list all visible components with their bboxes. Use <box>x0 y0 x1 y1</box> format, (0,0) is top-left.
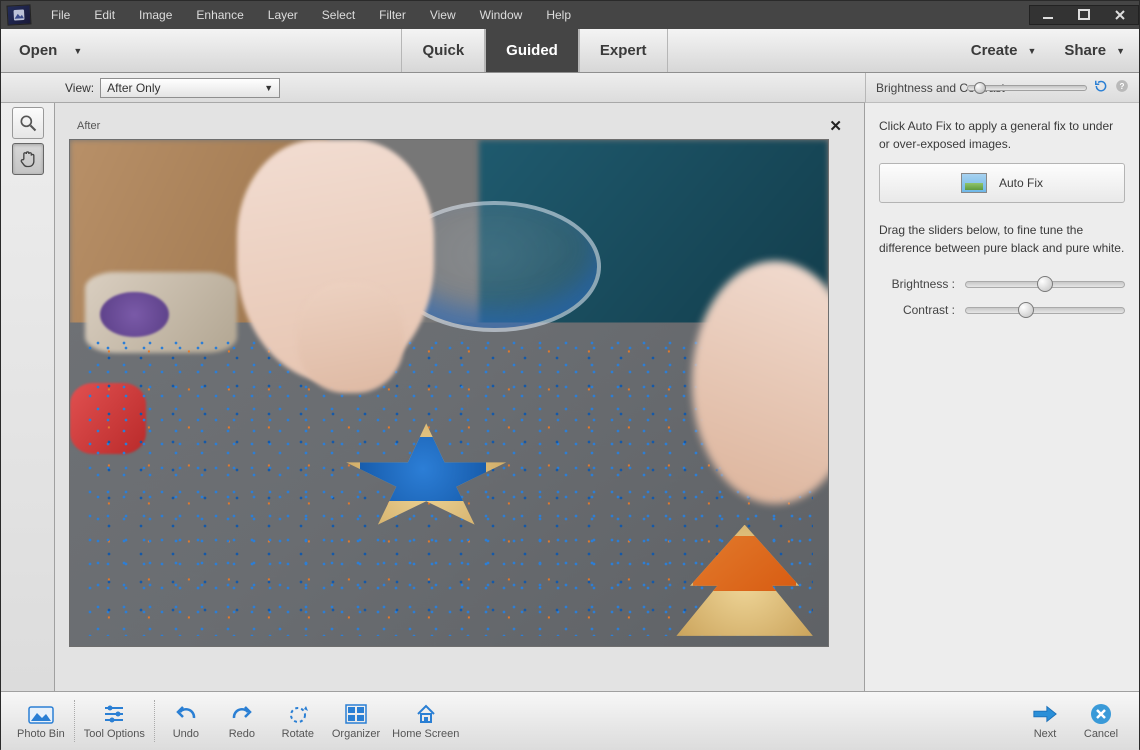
app-logo <box>6 4 31 25</box>
view-dropdown[interactable]: After Only ▼ <box>100 78 280 98</box>
menu-window[interactable]: Window <box>468 4 535 26</box>
panel-help-text-1: Click Auto Fix to apply a general fix to… <box>879 117 1125 153</box>
tool-options-icon <box>101 702 127 726</box>
chevron-down-icon: ▼ <box>1027 46 1036 56</box>
tab-expert[interactable]: Expert <box>579 29 668 72</box>
zoom-slider-thumb[interactable] <box>974 82 986 94</box>
side-panel: Brightness and Contrast ? Click Auto Fix… <box>865 103 1139 691</box>
tab-quick[interactable]: Quick <box>401 29 485 72</box>
home-icon <box>413 702 439 726</box>
view-label: View: <box>65 81 94 95</box>
rotate-button[interactable]: Rotate <box>270 694 326 749</box>
auto-fix-button[interactable]: Auto Fix <box>879 163 1125 203</box>
menu-layer[interactable]: Layer <box>256 4 310 26</box>
hand-tool[interactable] <box>12 143 44 175</box>
view-value: After Only <box>107 81 160 95</box>
mode-bar: Open ▼ Quick Guided Expert Create▼ Share… <box>1 29 1139 73</box>
contrast-slider[interactable] <box>965 307 1125 314</box>
image-preview <box>69 139 829 647</box>
menu-select[interactable]: Select <box>310 4 367 26</box>
contrast-thumb[interactable] <box>1018 302 1034 318</box>
chevron-down-icon: ▼ <box>73 46 82 56</box>
footer: Photo Bin Tool Options Undo Redo Rotate … <box>1 691 1139 750</box>
auto-fix-label: Auto Fix <box>999 174 1043 192</box>
title-bar: File Edit Image Enhance Layer Select Fil… <box>1 1 1139 29</box>
contrast-label: Contrast : <box>879 301 955 319</box>
help-icon[interactable]: ? <box>1115 79 1129 96</box>
home-button[interactable]: Home Screen <box>386 694 465 749</box>
rotate-icon <box>285 702 311 726</box>
zoom-tool[interactable] <box>12 107 44 139</box>
menu-file[interactable]: File <box>39 4 82 26</box>
zoom-slider[interactable] <box>967 85 1087 91</box>
window-minimize[interactable] <box>1030 6 1066 24</box>
undo-button[interactable]: Undo <box>158 694 214 749</box>
tool-strip <box>1 103 55 691</box>
canvas-label: After <box>77 120 100 132</box>
undo-icon <box>173 702 199 726</box>
photo-bin-icon <box>28 702 54 726</box>
organizer-icon <box>343 702 369 726</box>
chevron-down-icon: ▼ <box>264 83 273 93</box>
menu-view[interactable]: View <box>418 4 468 26</box>
autofix-icon <box>961 173 987 193</box>
chevron-down-icon: ▼ <box>1116 46 1125 56</box>
window-maximize[interactable] <box>1066 6 1102 24</box>
window-close[interactable] <box>1102 6 1138 24</box>
menu-image[interactable]: Image <box>127 4 184 26</box>
menu-help[interactable]: Help <box>534 4 583 26</box>
brightness-slider[interactable] <box>965 281 1125 288</box>
cancel-button[interactable]: Cancel <box>1073 694 1129 749</box>
cancel-icon <box>1088 702 1114 726</box>
brightness-thumb[interactable] <box>1037 276 1053 292</box>
open-label: Open <box>19 42 57 59</box>
tab-guided[interactable]: Guided <box>485 29 579 72</box>
photo-bin-button[interactable]: Photo Bin <box>11 694 71 749</box>
main: After ✕ Brightness and Contrast ? <box>1 103 1139 691</box>
tool-options-button[interactable]: Tool Options <box>78 694 151 749</box>
next-icon <box>1032 702 1058 726</box>
next-button[interactable]: Next <box>1017 694 1073 749</box>
create-button[interactable]: Create▼ <box>957 29 1051 72</box>
redo-button[interactable]: Redo <box>214 694 270 749</box>
brightness-label: Brightness : <box>879 275 955 293</box>
reset-icon[interactable] <box>1093 79 1109 96</box>
menu-edit[interactable]: Edit <box>82 4 127 26</box>
menu-enhance[interactable]: Enhance <box>184 4 255 26</box>
svg-text:?: ? <box>1120 82 1125 91</box>
panel-help-text-2: Drag the sliders below, to fine tune the… <box>879 221 1125 257</box>
share-button[interactable]: Share▼ <box>1050 29 1139 72</box>
close-icon[interactable]: ✕ <box>829 117 842 135</box>
redo-icon <box>229 702 255 726</box>
organizer-button[interactable]: Organizer <box>326 694 386 749</box>
canvas-area: After ✕ <box>55 103 865 691</box>
menu-filter[interactable]: Filter <box>367 4 418 26</box>
open-button[interactable]: Open ▼ <box>1 29 112 72</box>
